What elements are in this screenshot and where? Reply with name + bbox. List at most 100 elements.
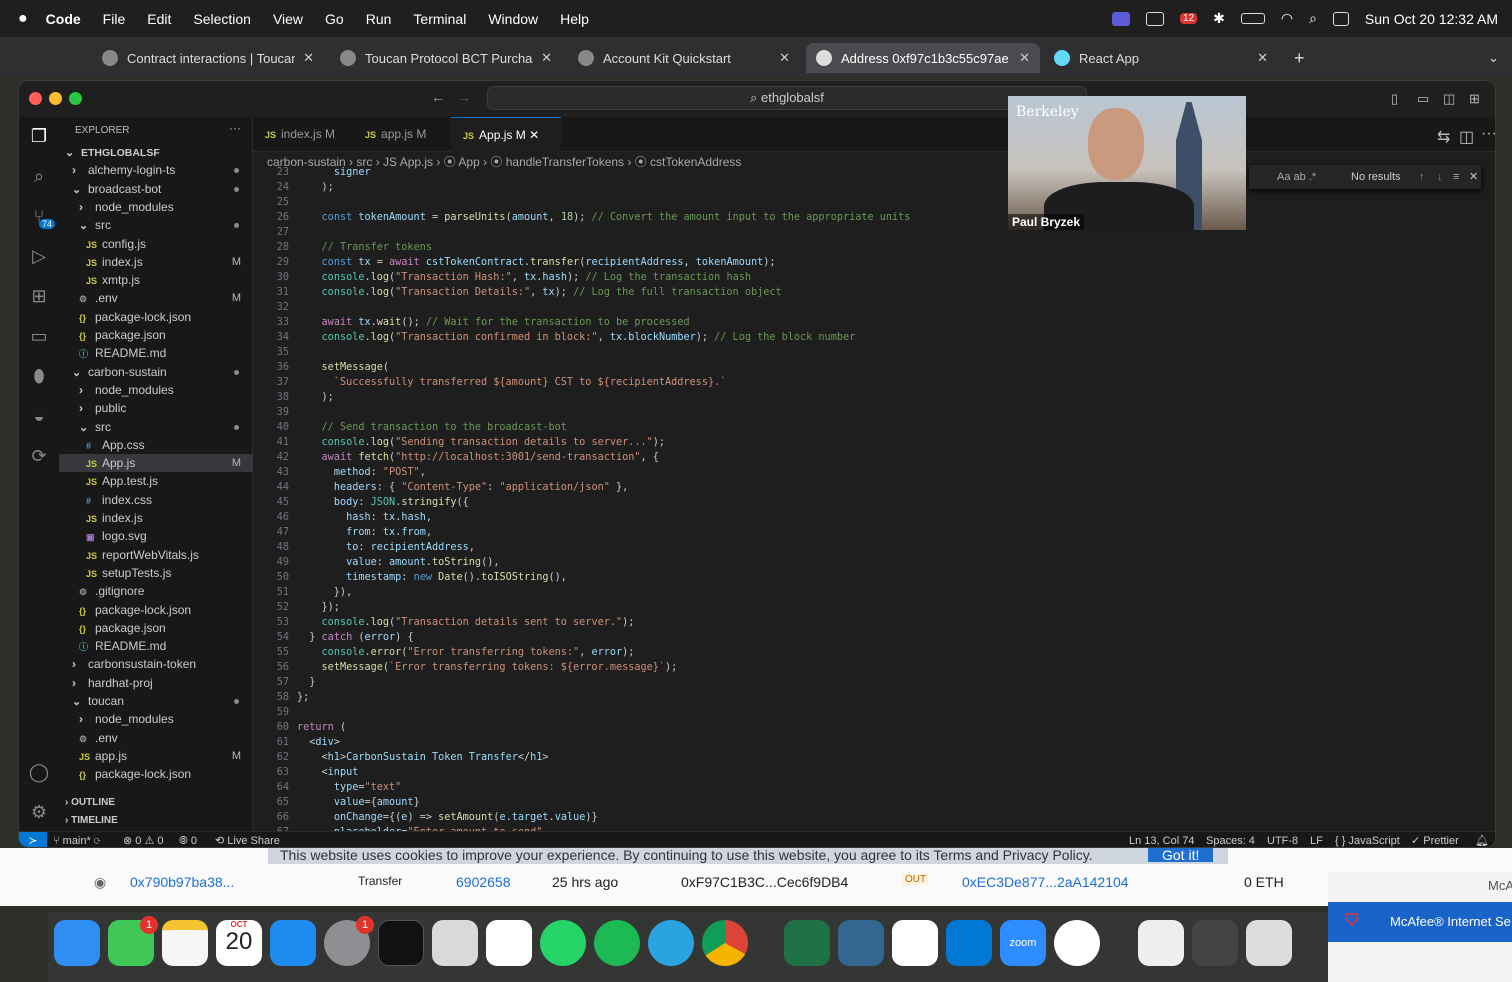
code-line[interactable]: 63 <input [253,765,1483,780]
calendar-icon[interactable]: OCT 20 [216,920,262,966]
tree-item[interactable]: ⌄ toucan [59,692,253,710]
menu-go[interactable]: Go [325,11,344,27]
cookie-accept-button[interactable]: Got it! [1148,848,1214,862]
live-share-button[interactable]: ⟲ Live Share [215,832,280,847]
menu-edit[interactable]: Edit [147,11,171,27]
maximize-window-button[interactable] [69,92,82,105]
code-line[interactable]: 48 to: recipientAddress, [253,540,1483,555]
sync-icon[interactable]: ⟳ [94,835,101,847]
back-arrow-icon[interactable]: ← [431,89,445,105]
timeline-section[interactable]: › TIMELINE [65,815,118,826]
remote-indicator-icon[interactable]: ≻ [19,832,47,847]
indentation[interactable]: Spaces: 4 [1206,832,1255,847]
forward-arrow-icon[interactable]: → [457,89,471,105]
code-line[interactable]: 64 type="text" [253,780,1483,795]
close-icon[interactable]: ✕ [529,128,539,142]
bell-icon[interactable]: 🔔︎ [1475,832,1489,847]
terminal-icon[interactable] [378,920,424,966]
tree-item[interactable]: JS xmtp.js [59,271,253,289]
toggle-panel-icon[interactable]: ▭ [1417,91,1429,107]
tree-item[interactable]: ▣ logo.svg [59,527,253,545]
code-line[interactable]: 46 hash: tx.hash, [253,510,1483,525]
run-debug-icon[interactable]: ▷ [28,245,50,267]
live-share-icon[interactable]: ⟳ [28,445,50,467]
tree-item[interactable]: JS index.js M [59,253,253,271]
more-actions-icon[interactable]: ··· [229,121,241,135]
slack-icon[interactable] [486,920,532,966]
tree-item[interactable]: ⚙ .env [59,729,253,747]
zoom-icon[interactable]: zoom [1000,920,1046,966]
close-window-button[interactable] [29,92,42,105]
recent-window-thumbnail[interactable] [1246,920,1292,966]
code-line[interactable]: 29 const tx = await cstTokenContract.tra… [253,255,1483,270]
tree-item[interactable]: › carbonsustain-token [59,655,253,673]
code-line[interactable]: 47 from: tx.from, [253,525,1483,540]
prettier-status[interactable]: ✓ Prettier [1411,832,1459,847]
ports-indicator[interactable]: ⦾ 0 [179,832,197,847]
tree-item[interactable]: › node_modules [59,710,253,728]
close-icon[interactable]: ✕ [1257,50,1268,66]
code-line[interactable]: 59 [253,705,1483,720]
wifi-icon[interactable]: ◠ [1281,10,1293,27]
tree-item[interactable]: ⌄ src [59,216,253,234]
menu-help[interactable]: Help [560,11,589,27]
docker-icon[interactable]: ◒ [28,405,50,427]
code-line[interactable]: 30 console.log("Transaction Hash:", tx.h… [253,270,1483,285]
code-line[interactable]: 35 [253,345,1483,360]
tree-item[interactable]: JS app.js M [59,747,253,765]
control-center-icon[interactable] [1332,11,1349,26]
code-line[interactable]: 52 }); [253,600,1483,615]
launchpad-icon[interactable] [432,920,478,966]
code-line[interactable]: 40 // Send transaction to the broadcast-… [253,420,1483,435]
tree-item[interactable]: # index.css [59,491,253,509]
code-line[interactable]: 51 }), [253,585,1483,600]
cursor-position[interactable]: Ln 13, Col 74 [1129,832,1194,847]
remote-explorer-icon[interactable]: ▭ [28,325,50,347]
code-line[interactable]: 66 onChange={(e) => setAmount(e.target.v… [253,810,1483,825]
code-line[interactable]: 53 console.log("Transaction details sent… [253,615,1483,630]
tx-from-address[interactable]: 0xF97C1B3C...Cec6f9DB4 [681,874,848,890]
tree-item[interactable]: {} package.json [59,619,253,637]
tree-item[interactable]: # App.css [59,436,253,454]
code-line[interactable]: 50 timestamp: new Date().toISOString(), [253,570,1483,585]
find-in-selection-icon[interactable]: ≡ [1453,165,1459,189]
window-icon[interactable] [1145,11,1164,26]
recent-window-thumbnail[interactable] [1192,920,1238,966]
tree-item[interactable]: {} package-lock.json [59,765,253,783]
code-line[interactable]: 65 value={amount} [253,795,1483,810]
documents-stack-icon[interactable] [1138,920,1184,966]
toggle-sidebar-icon[interactable]: ▯ [1391,91,1398,107]
tree-item[interactable]: › node_modules [59,198,253,216]
tx-block-link[interactable]: 6902658 [456,874,511,890]
account-icon[interactable]: ◯ [28,761,50,783]
tree-item[interactable]: ⌄ broadcast-bot [59,180,253,198]
tree-item[interactable]: › node_modules [59,381,253,399]
menu-window[interactable]: Window [488,11,538,27]
code-line[interactable]: 49 value: amount.toString(), [253,555,1483,570]
notification-banner[interactable]: ⛉ McAfee® Internet Se [1328,902,1512,942]
settings-gear-icon[interactable]: ⚙ [28,801,50,823]
encoding[interactable]: UTF-8 [1267,832,1298,847]
code-line[interactable]: 33 await tx.wait(); // Wait for the tran… [253,315,1483,330]
command-center-search[interactable]: ⌕ ethglobalsf [487,86,1087,110]
apple-menu-icon[interactable]: ● [18,10,28,28]
tree-item[interactable]: › alchemy-login-ts [59,161,253,179]
code-line[interactable]: 60 return ( [253,720,1483,735]
tree-item[interactable]: › public [59,399,253,417]
browser-tab[interactable]: Account Kit Quickstart ✕ [568,43,800,73]
editor-tab-app-js[interactable]: JS App.js M ✕ [451,117,561,152]
problems-indicator[interactable]: ⊗ 0 ⚠ 0 [123,832,163,847]
screen-share-icon[interactable] [1111,11,1130,26]
tree-item[interactable]: {} package-lock.json [59,601,253,619]
browser-tab[interactable]: Contract interactions | Toucan ✕ [92,43,324,73]
close-icon[interactable]: ✕ [303,50,314,66]
menu-selection[interactable]: Selection [193,11,251,27]
code-line[interactable]: 38 ); [253,390,1483,405]
vscode-icon[interactable] [946,920,992,966]
battery-icon[interactable] [1240,13,1265,24]
tx-to-address[interactable]: 0xEC3De877...2aA142104 [962,874,1129,890]
split-editor-icon[interactable]: ◫ [1459,127,1474,147]
code-line[interactable]: 45 body: JSON.stringify({ [253,495,1483,510]
app-store-icon[interactable] [270,920,316,966]
code-line[interactable]: 58}; [253,690,1483,705]
